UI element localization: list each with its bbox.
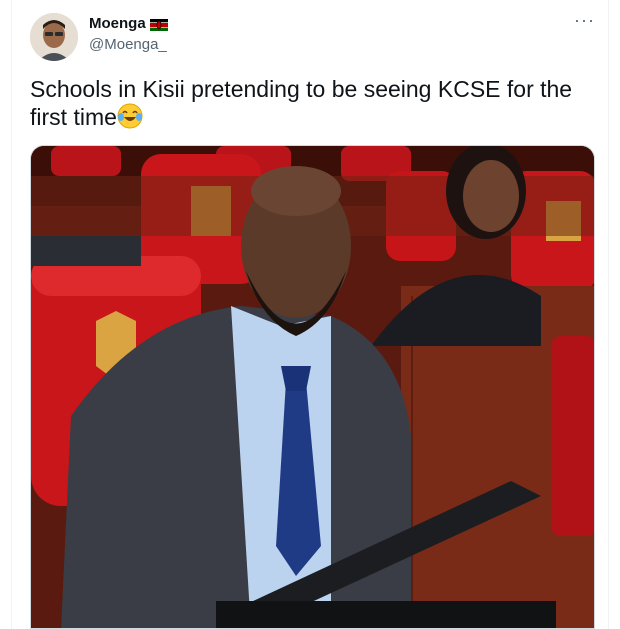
author-handle[interactable]: @Moenga_: [89, 36, 167, 53]
author-name-row[interactable]: Moenga: [89, 15, 168, 32]
tweet-text: Schools in Kisii pretending to be seeing…: [30, 76, 590, 131]
avatar-illustration: [30, 13, 78, 61]
author-display-name[interactable]: Moenga: [89, 15, 146, 32]
tweet-body: Schools in Kisii pretending to be seeing…: [30, 76, 573, 130]
avatar[interactable]: [30, 13, 78, 61]
kenya-flag-icon: [149, 18, 168, 31]
tears-of-joy-emoji: [117, 103, 143, 129]
photo-illustration: [31, 146, 594, 628]
tweet-photo[interactable]: [30, 145, 595, 629]
more-options-icon[interactable]: ···: [574, 10, 595, 31]
